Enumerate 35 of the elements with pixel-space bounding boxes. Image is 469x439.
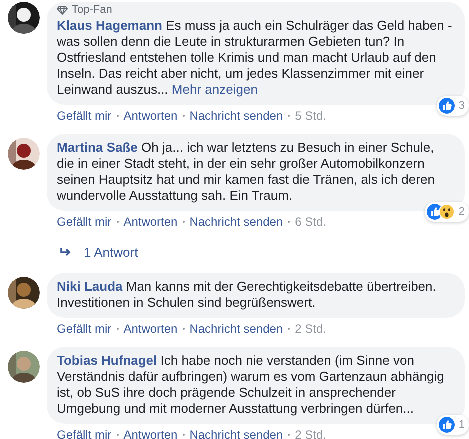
action-link[interactable]: Antworten: [124, 320, 178, 336]
reaction-count: 1: [458, 418, 465, 432]
timestamp: 6 Std.: [295, 214, 326, 230]
action-link[interactable]: Nachricht senden: [190, 426, 284, 439]
action-link[interactable]: Antworten: [124, 214, 178, 230]
action-link[interactable]: Nachricht senden: [190, 214, 284, 230]
show-more-link[interactable]: Mehr anzeigen: [172, 82, 258, 97]
surprised-face-icon: [438, 204, 455, 220]
author-link[interactable]: Niki Lauda: [57, 278, 123, 294]
thumbs-up-icon: [438, 98, 455, 114]
thumbs-up-icon: [438, 416, 455, 432]
action-link[interactable]: Nachricht senden: [190, 108, 284, 124]
comment-text: Tobias Hufnagel Ich habe noch nie verstanden (im Sinne von Verständnis dafür aufbringen) warum es vom Gartenzaun abhängig ist, ob SuS ihre doch prägende Schulzeit in ansprechender Umgebung und mit moderner Ausstattung verbringen dürfen...: [57, 352, 446, 416]
action-link[interactable]: Gefällt mir: [57, 214, 112, 230]
timestamp: 5 Std.: [295, 108, 326, 124]
comment-text: Martina Saße Oh ja... ich war letztens zu Besuch in einer Schule, die in einer Stadt steht, in der ein sehr großer Automobilkonzern seinen Hauptsitz hat und mir kamen fast die Tränen, als ich deren wundervolle Ausstattung sah. Ein Traum.: [57, 140, 436, 204]
diamond-icon: [57, 6, 68, 14]
timestamp: 2 Std.: [295, 426, 326, 439]
action-link[interactable]: Antworten: [124, 108, 178, 124]
replies-link[interactable]: 1 Antwort: [84, 243, 138, 262]
top-fan-label: Top-Fan: [72, 4, 112, 16]
action-link[interactable]: Nachricht senden: [190, 320, 284, 336]
comment-text: Klaus Hagemann Es muss ja auch ein Schulräger das Geld haben - was sollen denn die Leute in strukturarmen Gebieten tun? In Ostfriesland entstehen tolle Krimis und man macht Urlaub auf den Inseln. Das reicht aber nicht, um jedes Klassenzimmer mit einer Leinwand auszus... Mehr anzeigen: [57, 18, 454, 98]
timestamp: 2 Std.: [295, 320, 326, 336]
action-link[interactable]: Gefällt mir: [57, 320, 112, 336]
author-link[interactable]: Tobias Hufnagel: [57, 352, 158, 368]
action-link[interactable]: Antworten: [124, 426, 178, 439]
comment-text: Niki Lauda Man kanns mit der Gerechtigkeitsdebatte übertreiben. Investitionen in Schulen sind begrüßenswert.: [57, 278, 438, 310]
reaction-count: 3: [458, 99, 465, 113]
author-link[interactable]: Martina Saße: [57, 140, 138, 155]
action-link[interactable]: Gefällt mir: [57, 108, 112, 124]
author-link[interactable]: Klaus Hagemann: [57, 18, 162, 33]
reply-arrow-icon: [60, 248, 72, 258]
reaction-count: 2: [458, 205, 465, 219]
action-link[interactable]: Gefällt mir: [57, 426, 112, 439]
